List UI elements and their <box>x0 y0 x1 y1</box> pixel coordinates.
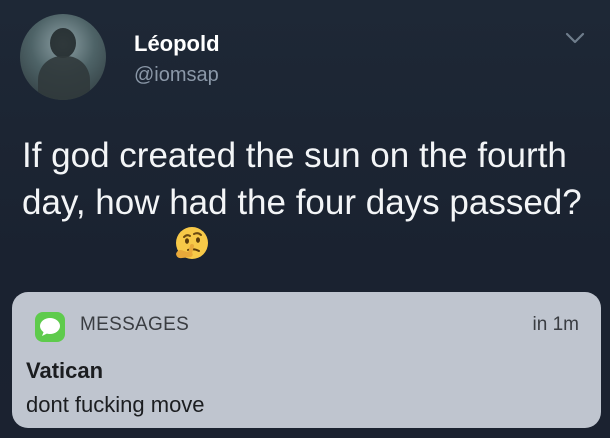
display-name[interactable]: Léopold <box>134 31 220 57</box>
avatar[interactable] <box>20 14 106 100</box>
speech-bubble-icon <box>40 318 60 336</box>
user-handle[interactable]: @iomsap <box>134 64 219 87</box>
chevron-down-icon[interactable] <box>563 26 587 50</box>
messages-app-icon <box>35 312 65 342</box>
tweet-text: If god created the sun on the fourth day… <box>22 136 582 222</box>
thinking-face-icon <box>176 227 208 259</box>
notification-time: in 1m <box>532 314 579 335</box>
avatar-body-shape <box>38 56 90 100</box>
message-notification[interactable]: MESSAGES in 1m Vatican dont fucking move <box>12 292 601 428</box>
avatar-head-shape <box>50 28 76 58</box>
notification-sender: Vatican <box>26 358 104 383</box>
tweet-card: Léopold @iomsap If god created the sun o… <box>0 0 610 438</box>
notification-app-name: MESSAGES <box>80 314 190 335</box>
notification-message: dont fucking move <box>26 392 205 417</box>
